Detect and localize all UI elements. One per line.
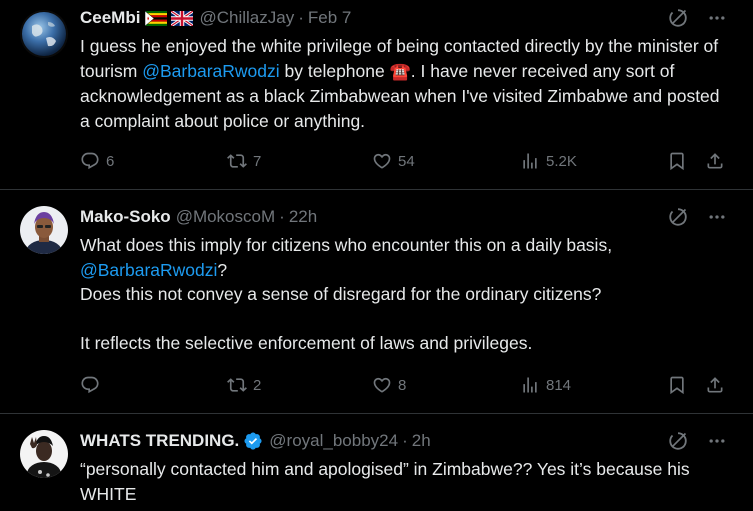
reply-button[interactable]: 6 bbox=[80, 149, 114, 173]
tweet-top-icons bbox=[667, 430, 727, 452]
repost-count: 2 bbox=[253, 376, 262, 394]
like-button[interactable]: 8 bbox=[372, 373, 406, 397]
grok-icon[interactable] bbox=[667, 430, 689, 452]
telephone-emoji: ☎️ bbox=[389, 61, 411, 81]
tweet-top-icons bbox=[667, 7, 727, 29]
views-button[interactable]: 814 bbox=[520, 373, 571, 397]
view-count: 814 bbox=[546, 376, 572, 394]
reply-icon bbox=[80, 151, 100, 171]
bookmark-button[interactable] bbox=[667, 149, 687, 173]
avatar[interactable] bbox=[20, 430, 68, 478]
tweet-text-line: Does this not convey a sense of disregar… bbox=[80, 284, 602, 304]
tweet-text-part: ? bbox=[217, 259, 228, 280]
repost-button[interactable]: 2 bbox=[227, 373, 261, 397]
view-count: 5.2K bbox=[546, 152, 577, 170]
like-button[interactable]: 54 bbox=[372, 149, 415, 173]
avatar[interactable] bbox=[20, 206, 68, 254]
like-count: 8 bbox=[398, 376, 407, 394]
share-icon bbox=[705, 375, 725, 395]
mention-link[interactable]: @BarbaraRwodzi bbox=[142, 61, 279, 81]
user-handle[interactable]: @royal_bobby24 bbox=[269, 431, 398, 451]
share-icon bbox=[705, 151, 725, 171]
repost-count: 7 bbox=[253, 152, 262, 170]
tweet-text: What does this imply for citizens who en… bbox=[80, 233, 730, 356]
uk-flag-icon bbox=[171, 10, 194, 26]
reply-icon bbox=[80, 375, 100, 395]
mention-link[interactable]: @BarbaraRwodzi bbox=[80, 260, 217, 280]
timestamp[interactable]: 2h bbox=[412, 431, 431, 451]
zimbabwe-flag-icon bbox=[145, 10, 168, 26]
action-bar: 6 7 54 5.2K bbox=[80, 149, 730, 173]
separator-dot: · bbox=[279, 207, 285, 226]
share-button[interactable] bbox=[705, 373, 725, 397]
tweet-text-line: It reflects the selective enforcement of… bbox=[80, 333, 533, 353]
display-name[interactable]: WHATS TRENDING. bbox=[80, 431, 239, 451]
timestamp[interactable]: Feb 7 bbox=[308, 8, 351, 28]
repost-icon bbox=[227, 375, 247, 395]
bookmark-button[interactable] bbox=[667, 373, 687, 397]
more-icon[interactable] bbox=[707, 207, 727, 227]
avatar[interactable] bbox=[20, 10, 68, 58]
repost-button[interactable]: 7 bbox=[227, 149, 261, 173]
user-handle[interactable]: @ChillazJay bbox=[199, 8, 294, 28]
grok-icon[interactable] bbox=[667, 7, 689, 29]
tweet-text-line: What does this imply for citizens who en… bbox=[80, 235, 613, 255]
tweet-text: I guess he enjoyed the white privilege o… bbox=[80, 34, 730, 133]
tweet-feed: CeeMbi @ChillazJay · Feb 7 I guess he en… bbox=[0, 0, 753, 511]
tweet-ceembi[interactable]: CeeMbi @ChillazJay · Feb 7 I guess he en… bbox=[0, 0, 753, 189]
reply-button[interactable] bbox=[80, 373, 106, 397]
views-button[interactable]: 5.2K bbox=[520, 149, 577, 173]
like-icon bbox=[372, 375, 392, 395]
separator-dot: · bbox=[298, 8, 304, 27]
more-icon[interactable] bbox=[707, 431, 727, 451]
display-name[interactable]: Mako-Soko bbox=[80, 207, 171, 227]
user-handle[interactable]: @MokoscoM bbox=[176, 207, 275, 227]
action-bar: 2 8 814 bbox=[80, 373, 730, 397]
more-icon[interactable] bbox=[707, 8, 727, 28]
share-button[interactable] bbox=[705, 149, 725, 173]
grok-icon[interactable] bbox=[667, 206, 689, 228]
like-count: 54 bbox=[398, 152, 415, 170]
tweet-header: Mako-Soko @MokoscoM · 22h bbox=[80, 207, 317, 227]
bookmark-icon bbox=[667, 151, 687, 171]
tweet-top-icons bbox=[667, 206, 727, 228]
tweet-text: “personally contacted him and apologised… bbox=[80, 457, 730, 506]
tweet-whats-trending[interactable]: WHATS TRENDING. @royal_bobby24 · 2h “per… bbox=[0, 414, 753, 511]
tweet-header: CeeMbi @ChillazJay · Feb 7 bbox=[80, 8, 351, 28]
bookmark-icon bbox=[667, 375, 687, 395]
views-icon bbox=[520, 375, 540, 395]
like-icon bbox=[372, 151, 392, 171]
reply-count: 6 bbox=[106, 152, 115, 170]
verified-badge-icon bbox=[244, 432, 262, 450]
tweet-text-line: “personally contacted him and apologised… bbox=[80, 459, 690, 504]
timestamp[interactable]: 22h bbox=[289, 207, 317, 227]
tweet-header: WHATS TRENDING. @royal_bobby24 · 2h bbox=[80, 431, 431, 451]
separator-dot: · bbox=[402, 431, 408, 450]
tweet-mako-soko[interactable]: Mako-Soko @MokoscoM · 22h What does this… bbox=[0, 190, 753, 413]
tweet-text-part: by telephone bbox=[279, 60, 390, 81]
repost-icon bbox=[227, 151, 247, 171]
views-icon bbox=[520, 151, 540, 171]
display-name[interactable]: CeeMbi bbox=[80, 8, 140, 28]
